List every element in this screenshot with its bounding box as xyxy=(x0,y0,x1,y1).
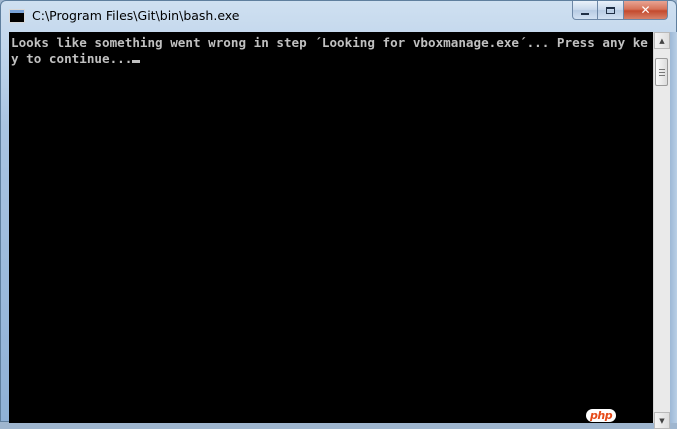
watermark-logo: php xyxy=(586,409,617,422)
grip-line xyxy=(659,72,665,73)
grip-line xyxy=(659,69,665,70)
vertical-scrollbar[interactable]: ▲ ▼ xyxy=(653,32,670,429)
grip-line xyxy=(659,75,665,76)
scroll-down-button[interactable]: ▼ xyxy=(654,412,670,429)
text-cursor xyxy=(132,60,141,63)
window-frame-right xyxy=(670,32,677,423)
title-bar[interactable]: C:\Program Files\Git\bin\bash.exe ✕ xyxy=(1,1,676,32)
maximize-icon xyxy=(606,6,615,14)
console-line: Looks like something went wrong in step … xyxy=(11,35,648,66)
scrollbar-thumb[interactable] xyxy=(655,58,668,86)
arrow-up-icon: ▲ xyxy=(659,36,665,45)
window-title: C:\Program Files\Git\bin\bash.exe xyxy=(32,8,240,23)
caption-buttons: ✕ xyxy=(572,1,668,21)
console-output[interactable]: Looks like something went wrong in step … xyxy=(9,32,653,423)
minimize-button[interactable] xyxy=(572,1,598,20)
close-button[interactable]: ✕ xyxy=(624,1,668,20)
maximize-button[interactable] xyxy=(598,1,624,20)
close-icon: ✕ xyxy=(640,3,651,17)
minimize-icon xyxy=(581,12,589,15)
console-icon[interactable] xyxy=(9,9,25,23)
console-window: C:\Program Files\Git\bin\bash.exe ✕ Look… xyxy=(0,0,677,429)
console-text: Looks like something went wrong in step … xyxy=(11,35,651,67)
scroll-up-button[interactable]: ▲ xyxy=(654,32,670,49)
arrow-down-icon: ▼ xyxy=(659,416,665,425)
